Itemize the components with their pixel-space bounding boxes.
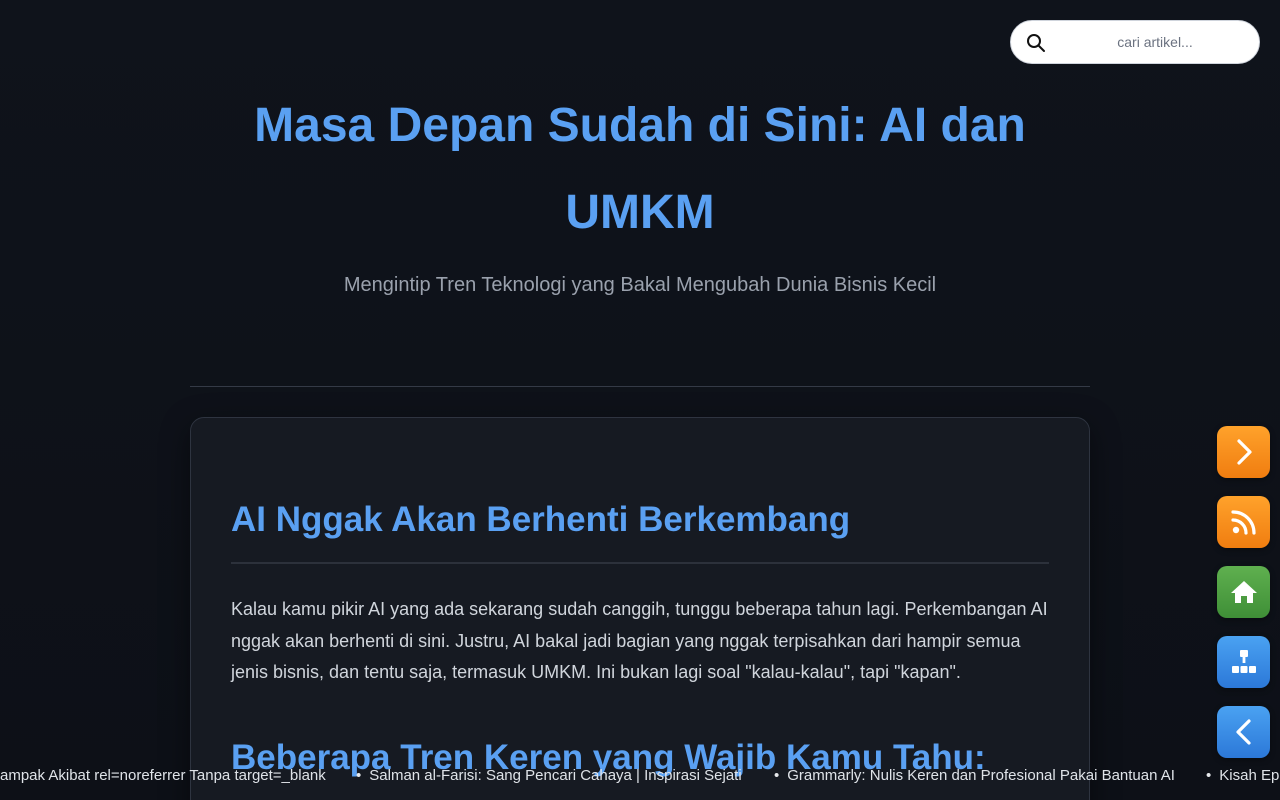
ticker-item-label[interactable]: Kisah Epi <box>1219 767 1280 784</box>
ticker-item[interactable]: • Grammarly: Nulis Keren dan Profesional … <box>774 767 1175 784</box>
news-ticker: ampak Akibat rel=noreferrer Tanpa target… <box>0 760 1280 792</box>
page-title: Masa Depan Sudah di Sini: AI dan UMKM <box>254 99 1026 239</box>
page-subtitle: Mengintip Tren Teknologi yang Bakal Meng… <box>343 274 937 296</box>
ticker-item[interactable]: ampak Akibat rel=noreferrer Tanpa target… <box>0 767 326 784</box>
ticker-item[interactable]: • Kisah Epi <box>1206 767 1280 784</box>
rss-icon <box>1230 510 1256 535</box>
ticker-bullet: • <box>774 767 780 784</box>
ticker-item[interactable]: • Salman al-Farisi: Sang Pencari Cahaya |… <box>356 767 742 784</box>
section-heading: AI Nggak Akan Berhenti Berkembang <box>231 500 851 539</box>
page: Masa Depan Sudah di Sini: AI dan UMKM Me… <box>0 0 1280 800</box>
home-icon <box>1230 581 1257 603</box>
article-paragraph: Kalau kamu pikir AI yang ada sekarang su… <box>231 599 1048 682</box>
previous-button[interactable] <box>1217 706 1270 758</box>
ticker-bullet: • <box>1206 767 1212 784</box>
rss-button[interactable] <box>1217 496 1270 548</box>
header-divider <box>190 386 1090 387</box>
chevron-left-icon <box>1235 719 1251 745</box>
heading-divider <box>231 562 1049 564</box>
next-button[interactable] <box>1217 426 1270 478</box>
ticker-bullet: • <box>356 767 362 784</box>
ticker-item-label[interactable]: Salman al-Farisi: Sang Pencari Cahaya | … <box>369 767 741 784</box>
sitemap-icon <box>1231 650 1256 673</box>
home-button[interactable] <box>1217 566 1270 618</box>
search-box[interactable] <box>1010 20 1260 64</box>
ticker-item-label[interactable]: ampak Akibat rel=noreferrer Tanpa target… <box>0 767 326 784</box>
sitemap-button[interactable] <box>1217 636 1270 688</box>
search-icon[interactable] <box>1025 32 1047 54</box>
ticker-item-label[interactable]: Grammarly: Nulis Keren dan Profesional P… <box>787 767 1175 784</box>
article-card: AI Nggak Akan Berhenti Berkembang Kalau … <box>190 417 1090 800</box>
search-input[interactable] <box>1059 27 1251 57</box>
chevron-right-icon <box>1236 439 1252 465</box>
